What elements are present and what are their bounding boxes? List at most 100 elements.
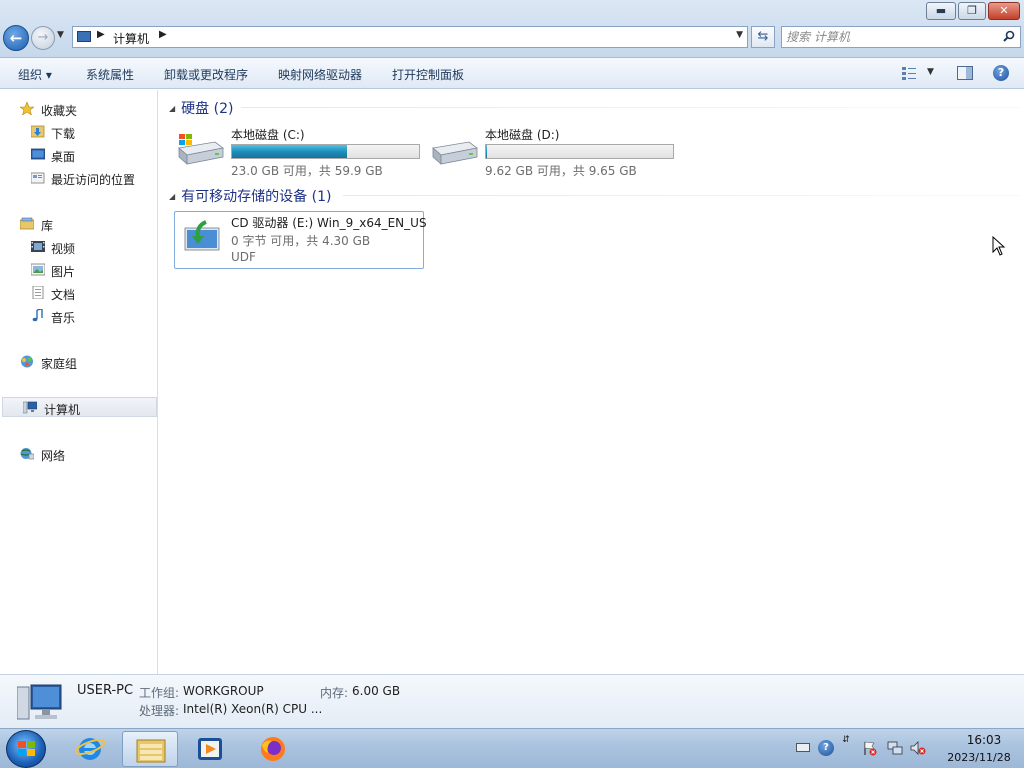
nav-homegroup[interactable]: 家庭组 [0, 352, 157, 372]
computer-icon [23, 401, 37, 414]
nav-documents[interactable]: 文档 [0, 283, 157, 303]
nav-recent-places[interactable]: 最近访问的位置 [0, 168, 157, 188]
drive-name: 本地磁盘 (C:) [231, 128, 305, 142]
media-player-icon [198, 738, 222, 760]
workgroup-value: WORKGROUP [183, 684, 264, 698]
search-box[interactable] [781, 26, 1021, 48]
cd-drive-icon [184, 220, 220, 251]
drive-d[interactable]: 本地磁盘 (D:) 9.62 GB 可用，共 9.65 GB [431, 124, 681, 180]
nav-network[interactable]: 网络 [0, 444, 157, 464]
breadcrumb-arrow-icon[interactable]: ▶ [97, 29, 105, 40]
removable-storage-group-header[interactable]: ◢ 有可移动存储的设备 (1) [169, 186, 331, 206]
collapse-triangle-icon[interactable]: ◢ [169, 192, 175, 201]
taskbar-media-player[interactable] [182, 731, 238, 767]
processor-value: Intel(R) Xeon(R) CPU ... [183, 702, 323, 716]
firefox-icon [261, 737, 285, 761]
nav-libraries[interactable]: 库 [0, 214, 157, 234]
nav-computer[interactable]: 计算机 [2, 397, 157, 417]
downloads-folder-icon [31, 125, 45, 138]
language-bar-arrows-icon[interactable]: ⇵ [841, 735, 851, 751]
start-button[interactable] [6, 730, 46, 768]
content-area: ◢ 硬盘 (2) 本地磁盘 (C:) 23.0 GB 可用，共 59.9 GB 本… [159, 90, 1024, 674]
search-icon[interactable] [1003, 30, 1015, 42]
taskbar-internet-explorer[interactable] [62, 731, 118, 767]
clock-time[interactable]: 16:03 [954, 733, 1014, 747]
open-control-panel-button[interactable]: 打开控制面板 [392, 66, 464, 83]
drive-c[interactable]: 本地磁盘 (C:) 23.0 GB 可用，共 59.9 GB [177, 124, 427, 180]
memory-value: 6.00 GB [352, 684, 401, 698]
explorer-folder-icon [136, 739, 166, 763]
preview-pane-icon[interactable] [957, 66, 973, 80]
computer-large-icon [17, 684, 62, 720]
address-bar[interactable]: ▶ 计算机 ▶ ▼ [72, 26, 748, 48]
view-options-dropdown-icon[interactable]: ▼ [927, 67, 934, 77]
memory-label: 内存: [320, 686, 349, 700]
group-divider [241, 107, 1021, 108]
action-center-flag-icon[interactable] [862, 740, 878, 756]
address-dropdown-icon[interactable]: ▼ [736, 30, 743, 40]
taskbar-firefox[interactable] [245, 731, 301, 767]
breadcrumb-arrow-icon[interactable]: ▶ [159, 29, 167, 40]
system-properties-button[interactable]: 系统属性 [86, 66, 134, 83]
clock-date[interactable]: 2023/11/28 [938, 751, 1020, 764]
minimize-button[interactable]: ▬ [926, 2, 956, 20]
breadcrumb-computer[interactable]: 计算机 [113, 30, 149, 47]
drive-usage-fill [232, 145, 348, 158]
processor-label: 处理器: [139, 704, 180, 718]
nav-music[interactable]: 音乐 [0, 306, 157, 326]
keyboard-icon[interactable] [796, 743, 810, 752]
search-input[interactable] [786, 29, 996, 45]
cd-drive-e[interactable]: CD 驱动器 (E:) Win_9_x64_EN_US 0 字节 可用，共 4.… [174, 211, 427, 269]
back-button[interactable]: ← [3, 25, 29, 51]
hard-disks-group-header[interactable]: ◢ 硬盘 (2) [169, 98, 233, 118]
star-icon [20, 102, 34, 115]
taskbar-windows-explorer[interactable] [122, 731, 178, 767]
workgroup-label: 工作组: [139, 686, 180, 700]
help-tray-icon[interactable]: ? [818, 740, 834, 756]
change-view-icon[interactable] [901, 65, 917, 81]
drive-space-info: 9.62 GB 可用，共 9.65 GB [485, 164, 637, 178]
nav-pictures[interactable]: 图片 [0, 260, 157, 280]
system-tray: ? ⇵ 16:03 2023/11/28 [792, 729, 1024, 768]
windows-drive-icon [178, 134, 224, 165]
map-network-drive-button[interactable]: 映射网络驱动器 [278, 66, 362, 83]
libraries-icon [20, 217, 34, 230]
help-icon[interactable]: ? [993, 65, 1009, 81]
nav-desktop[interactable]: 桌面 [0, 145, 157, 165]
organize-button[interactable]: 组织 ▾ [18, 66, 52, 83]
title-bar: ▬ ❐ ✕ ← → ▼ ▶ 计算机 ▶ ▼ ⇆ [0, 0, 1024, 58]
group-divider [343, 195, 1021, 196]
command-bar: 组织 ▾ 系统属性 卸载或更改程序 映射网络驱动器 打开控制面板 ▼ ? [0, 58, 1024, 89]
recent-places-icon [31, 172, 45, 184]
navigation-pane: 收藏夹 下载 桌面 最近访问的位置 库 视频 图片 文档 音乐 家庭组 计算机 [0, 90, 158, 674]
documents-icon [32, 286, 44, 299]
homegroup-icon [21, 355, 33, 368]
cd-drive-name: CD 驱动器 (E:) Win_9_x64_EN_US [231, 216, 427, 230]
nav-videos[interactable]: 视频 [0, 237, 157, 257]
cd-drive-filesystem: UDF [231, 250, 256, 264]
refresh-button[interactable]: ⇆ [751, 26, 775, 48]
close-button[interactable]: ✕ [988, 2, 1020, 20]
nav-favorites[interactable]: 收藏夹 [0, 99, 157, 119]
uninstall-program-button[interactable]: 卸载或更改程序 [164, 66, 248, 83]
collapse-triangle-icon[interactable]: ◢ [169, 104, 175, 113]
computer-name: USER-PC [77, 683, 134, 698]
drive-name: 本地磁盘 (D:) [485, 128, 560, 142]
recent-pages-dropdown[interactable]: ▼ [57, 30, 64, 40]
taskbar: ? ⇵ 16:03 2023/11/28 [0, 728, 1024, 768]
network-status-icon[interactable] [887, 740, 903, 756]
details-pane: USER-PC 工作组: WORKGROUP 内存: 6.00 GB 处理器: … [0, 674, 1024, 728]
drive-usage-fill [486, 145, 487, 158]
video-icon [31, 241, 45, 252]
network-icon [20, 448, 34, 460]
drive-space-info: 23.0 GB 可用，共 59.9 GB [231, 164, 383, 178]
hard-drive-icon [432, 141, 478, 165]
windows-logo-icon [18, 741, 35, 756]
cd-drive-space-info: 0 字节 可用，共 4.30 GB [231, 234, 371, 248]
restore-button[interactable]: ❐ [958, 2, 986, 20]
nav-downloads[interactable]: 下载 [0, 122, 157, 142]
drive-usage-bar [231, 144, 420, 159]
computer-icon [77, 31, 91, 42]
volume-muted-icon[interactable] [910, 740, 926, 756]
forward-button[interactable]: → [31, 26, 55, 50]
